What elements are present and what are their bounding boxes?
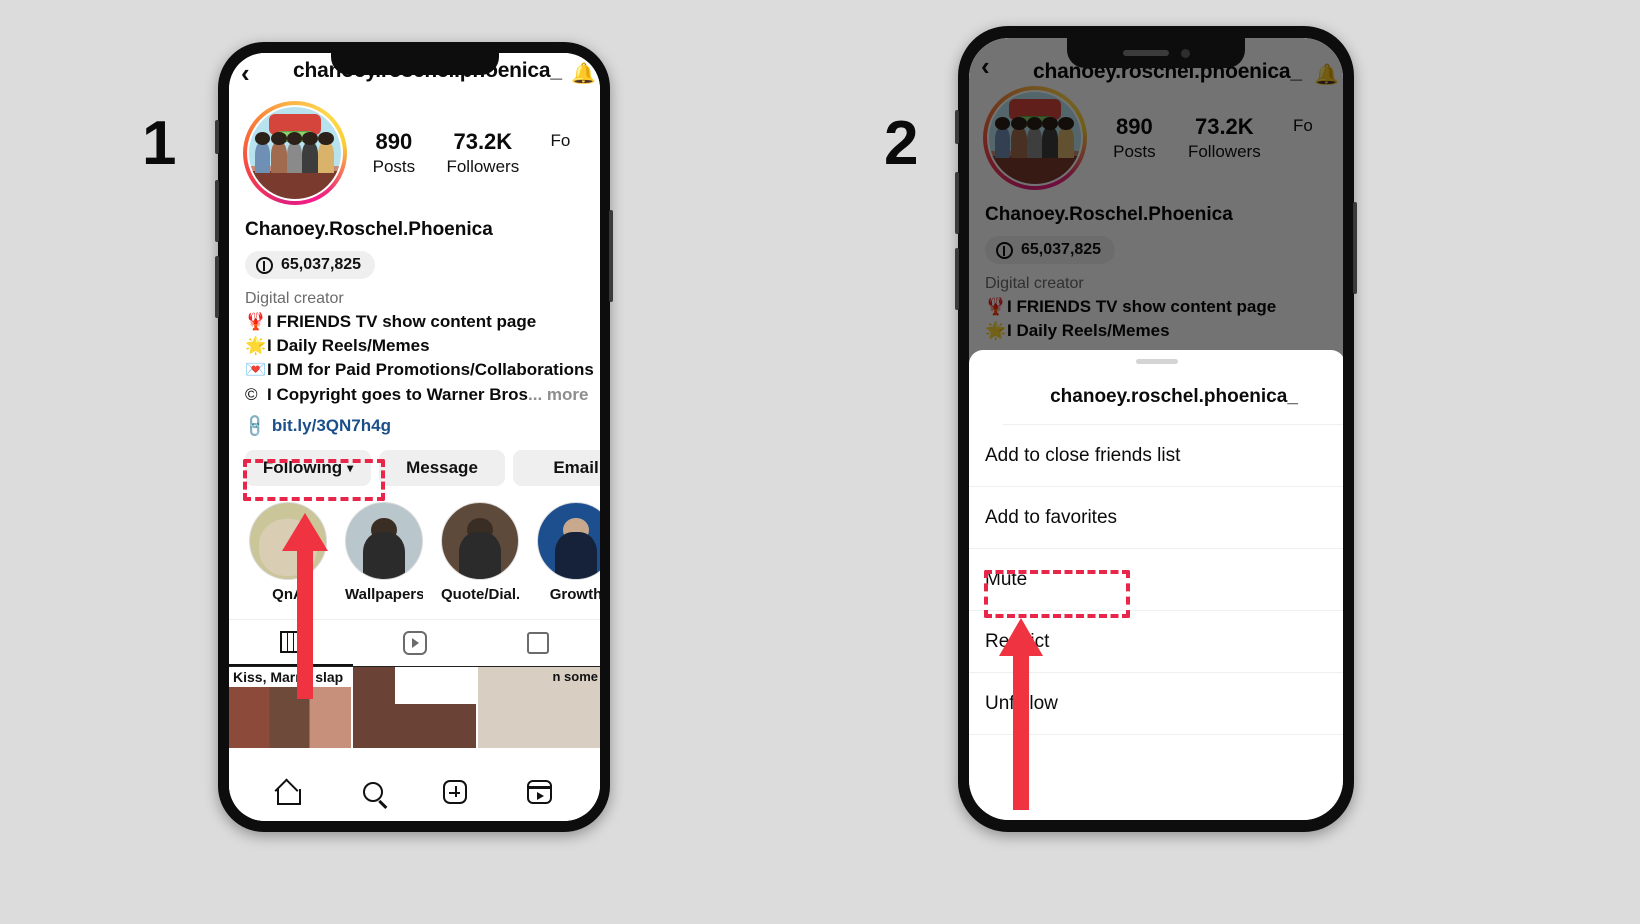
phone-notch-1 [330, 53, 499, 75]
phone-notch-2 [1067, 38, 1245, 68]
avatar-image [249, 107, 341, 199]
highlight-item[interactable]: Quote/Dial... [441, 501, 519, 603]
stat-posts[interactable]: 890 Posts [373, 129, 416, 177]
reels-icon [402, 630, 427, 655]
pointer-arrow-2 [999, 618, 1043, 810]
love-letter-icon: 💌 [245, 360, 267, 380]
message-button[interactable]: Message [379, 449, 505, 486]
star-icon: 🌟 [245, 336, 267, 356]
profile-stats: 890 Posts 73.2K Followers Fo [347, 129, 586, 177]
reels-nav-icon[interactable] [527, 780, 552, 804]
profile-header-row: 890 Posts 73.2K Followers Fo [229, 97, 600, 205]
bio-line-2: 🌟I Daily Reels/Memes [245, 334, 584, 358]
highlight-item[interactable]: Wallpapers [345, 501, 423, 603]
tagged-icon [527, 631, 550, 654]
highlight-label: Wallpapers [345, 585, 423, 603]
search-icon[interactable] [363, 782, 383, 802]
sheet-item-add-favorites[interactable]: Add to favorites [969, 487, 1343, 549]
volume-up-button[interactable] [215, 180, 219, 242]
copyright-icon: © [245, 384, 258, 404]
front-camera-icon [1180, 48, 1190, 58]
bio-line-4: © I Copyright goes to Warner Bros... more [245, 383, 588, 407]
sheet-item-add-close-friends[interactable]: Add to close friends list [969, 425, 1343, 487]
highlight-box-mute-option [984, 570, 1130, 618]
highlight-thumbnail [441, 501, 519, 580]
following-label: Fo [550, 131, 571, 150]
highlight-label: Quote/Dial... [441, 585, 519, 603]
profile-full-name: Chanoey.Roschel.Phoenica [245, 219, 493, 240]
phone-1-screen: ‹ chanoey.roschel.phoenica_ 🔔 [229, 53, 600, 821]
profile-link-row[interactable]: 🔗 bit.ly/3QN7h4g [229, 407, 600, 439]
instagram-profile-screen: ‹ chanoey.roschel.phoenica_ 🔔 [229, 53, 600, 821]
highlight-item[interactable]: Growth [537, 501, 600, 603]
posts-label: Posts [372, 157, 416, 176]
bottom-navigation [229, 763, 600, 821]
lobster-icon: 🦞 [245, 312, 267, 332]
stat-followers[interactable]: 73.2K Followers [446, 129, 519, 177]
sheet-title: chanoey.roschel.phoenica_ [1003, 364, 1343, 425]
threads-count: 65,037,825 [281, 256, 362, 273]
highlight-label: Growth [549, 585, 600, 603]
volume-down-button[interactable] [215, 256, 219, 318]
pointer-arrow-1 [282, 513, 328, 699]
profile-link-text: bit.ly/3QN7h4g [271, 415, 391, 435]
stat-following[interactable]: Fo [550, 129, 570, 177]
post-thumbnail[interactable] [353, 666, 476, 748]
step-number-1: 1 [142, 109, 176, 178]
add-post-icon[interactable] [443, 780, 467, 804]
tab-tagged[interactable] [476, 620, 600, 666]
power-button[interactable] [1353, 202, 1357, 294]
home-icon[interactable] [277, 781, 303, 805]
bio-line-3: 💌I DM for Paid Promotions/Collaborations [245, 358, 594, 382]
highlight-thumbnail [345, 501, 423, 580]
earpiece-speaker [1122, 50, 1169, 56]
bio-line-1: 🦞I FRIENDS TV show content page [245, 310, 584, 334]
post-thumbnail[interactable]: n some [477, 666, 600, 748]
silent-switch-button[interactable] [955, 110, 959, 144]
tab-reels[interactable] [353, 620, 477, 666]
threads-badge[interactable]: 65,037,825 [245, 251, 376, 279]
highlight-thumbnail [537, 501, 600, 580]
avatar-story-ring[interactable] [243, 101, 347, 205]
email-button[interactable]: Email [513, 449, 600, 486]
volume-up-button[interactable] [955, 172, 959, 234]
avatar [247, 105, 343, 201]
post-caption: n some [552, 668, 598, 684]
screenshot-stage: 1 2 ‹ chanoey.roschel.phoenica_ 🔔 [0, 0, 1640, 924]
notifications-bell-icon[interactable]: 🔔 [571, 61, 596, 86]
step-number-2: 2 [884, 109, 918, 178]
profile-bio: Digital creator 🦞I FRIENDS TV show conte… [229, 279, 600, 407]
back-icon[interactable]: ‹ [241, 60, 250, 86]
phone-mockup-1: ‹ chanoey.roschel.phoenica_ 🔔 [215, 42, 613, 832]
posts-count: 890 [375, 129, 413, 154]
silent-switch-button[interactable] [215, 120, 219, 154]
volume-down-button[interactable] [955, 248, 959, 310]
power-button[interactable] [609, 210, 613, 302]
profile-category: Digital creator [245, 290, 344, 307]
bio-more-link[interactable]: ... more [528, 385, 588, 404]
highlight-box-following-button [243, 459, 385, 501]
threads-icon [256, 256, 273, 274]
followers-count: 73.2K [453, 129, 513, 154]
followers-label: Followers [446, 157, 520, 176]
